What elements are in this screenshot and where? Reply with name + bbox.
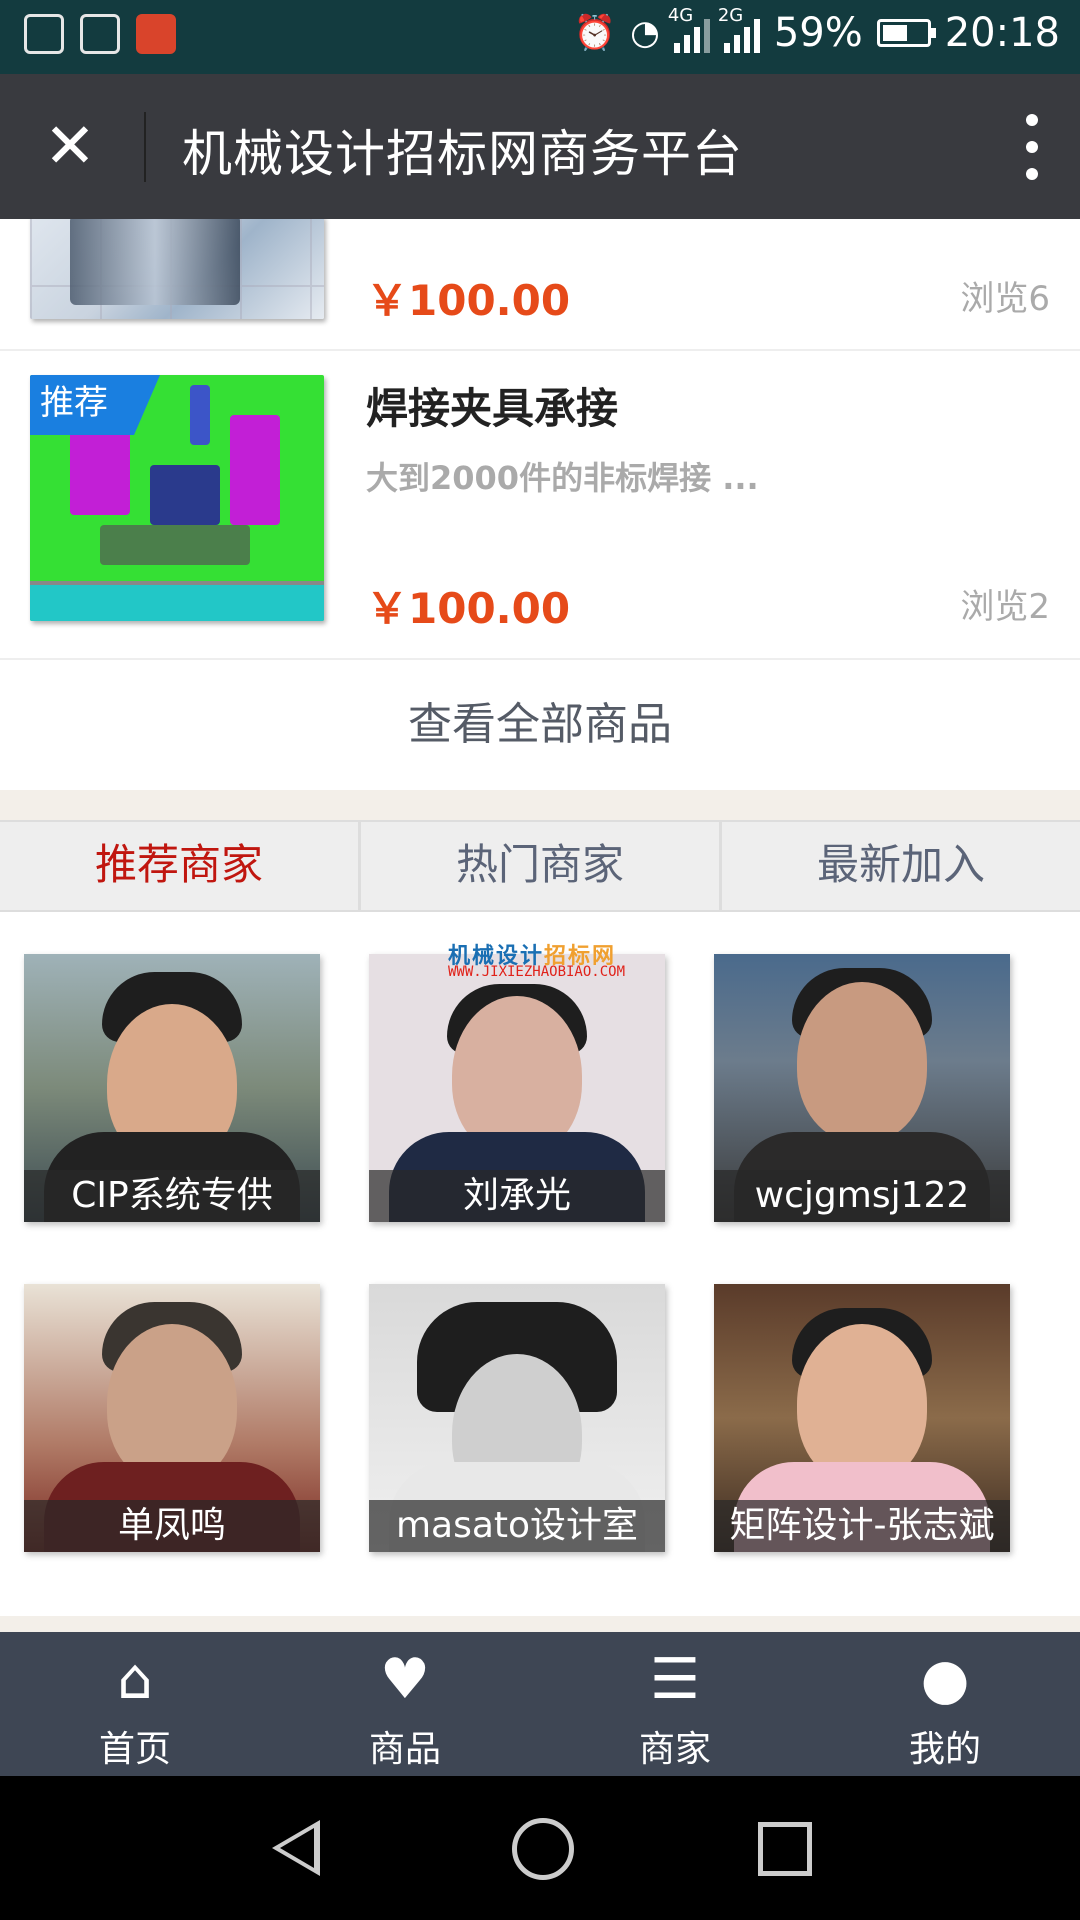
merchant-name: wcjgmsj122 [714,1170,1010,1222]
watermark-url: WWW.JIXIEZHAOBIAO.COM [448,964,626,980]
gallery-icon [24,14,64,54]
battery-icon [876,19,936,47]
battery-percent: 59% [773,10,863,56]
tab-label: 首页 [98,1729,171,1770]
alarm-icon: ⏰ [573,13,617,53]
merchant-tabs: 推荐商家 热门商家 最新加入 [0,820,1080,912]
sim-lock-icon [80,14,120,54]
merchant-name: 矩阵设计-张志斌 [714,1500,1010,1552]
recommend-badge: 推荐 [30,375,160,435]
tab-me[interactable]: ● 我的 [810,1632,1080,1776]
merchant-name: CIP系统专供 [24,1170,320,1222]
product-price: ￥100.00 [366,584,571,633]
merchant-card[interactable]: wcjgmsj122 [714,954,1010,1222]
tab-hot-merchants[interactable]: 热门商家 [361,822,722,910]
back-icon[interactable] [272,1820,320,1876]
tab-label: 商品 [368,1729,441,1770]
more-vertical-icon[interactable] [1022,114,1042,180]
product-description: 大到2000件的非标焊接 ... [366,459,759,497]
tab-merchants[interactable]: ☰ 商家 [540,1632,810,1776]
tab-recommended-merchants[interactable]: 推荐商家 [0,822,361,910]
signal-2g-icon: 2G [718,5,760,53]
heart-icon: ♥ [379,1647,431,1712]
view-all-products-link[interactable]: 查看全部商品 [0,660,1080,790]
bottom-tab-bar: ⌂ 首页 ♥ 商品 ☰ 商家 ● 我的 [0,1632,1080,1776]
clock: 20:18 [944,10,1060,56]
merchant-name: masato设计室 [369,1500,665,1552]
tab-products[interactable]: ♥ 商品 [270,1632,540,1776]
app-notification-icon [136,14,176,54]
merchant-card[interactable]: 刘承光 [369,954,665,1222]
product-price: ￥100.00 [366,276,571,325]
product-thumbnail [30,219,324,319]
recents-icon[interactable] [758,1822,812,1876]
merchant-card[interactable]: 矩阵设计-张志斌 [714,1284,1010,1552]
merchant-name: 单凤鸣 [24,1500,320,1552]
section-gap [0,1616,1080,1632]
section-gap [0,790,1080,820]
home-icon: ⌂ [117,1647,153,1712]
product-item[interactable]: 推荐 焊接夹具承接 大到2000件的非标焊接 ... ￥100.00 浏览2 [0,351,1080,660]
home-circle-icon[interactable] [512,1818,574,1880]
user-icon: ● [920,1647,970,1712]
signal-4g-icon: 4G [668,5,710,53]
product-views: 浏览6 [960,279,1050,319]
merchant-card[interactable]: 单凤鸣 [24,1284,320,1552]
system-nav-bar [0,1776,1080,1920]
product-name: 焊接夹具承接 [366,384,619,433]
merchant-card[interactable]: masato设计室 [369,1284,665,1552]
product-item[interactable]: ￥100.00 浏览6 [0,219,1080,351]
close-icon[interactable]: ✕ [40,115,100,177]
list-icon: ☰ [649,1647,701,1712]
tab-label: 我的 [908,1729,981,1770]
wifi-icon: ◔ [630,13,660,53]
page-title: 机械设计招标网商务平台 [182,125,743,183]
tab-label: 商家 [638,1729,711,1770]
tab-new-merchants[interactable]: 最新加入 [722,822,1080,910]
tab-home[interactable]: ⌂ 首页 [0,1632,270,1776]
product-thumbnail: 推荐 [30,375,324,621]
divider [144,112,146,182]
product-views: 浏览2 [960,587,1050,627]
merchant-card[interactable]: CIP系统专供 [24,954,320,1222]
title-bar: ✕ 机械设计招标网商务平台 [0,74,1080,219]
merchant-name: 刘承光 [369,1170,665,1222]
status-bar: ⏰ ◔ 4G 2G 59% 20:18 [0,0,1080,74]
